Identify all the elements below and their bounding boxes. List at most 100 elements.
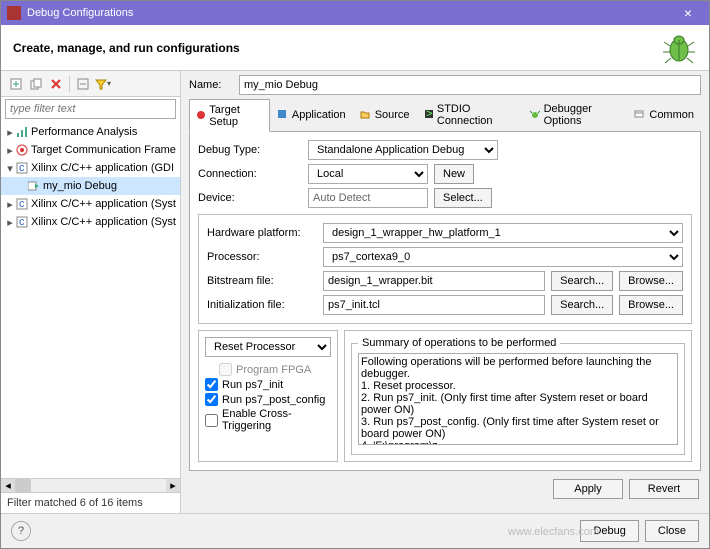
processor-select[interactable]: ps7_cortexa9_0 bbox=[323, 247, 683, 267]
init-file-input[interactable] bbox=[323, 295, 545, 315]
new-connection-button[interactable]: New bbox=[434, 164, 474, 184]
twisty-icon[interactable]: ▸ bbox=[5, 144, 15, 157]
svg-text:>: > bbox=[426, 109, 432, 119]
tabs: Target Setup Application Source > STDIO Conn… bbox=[189, 99, 701, 132]
svg-text:c: c bbox=[19, 216, 25, 228]
revert-button[interactable]: Revert bbox=[629, 479, 699, 499]
tab-target-setup[interactable]: Target Setup bbox=[189, 99, 270, 132]
hw-platform-select[interactable]: design_1_wrapper_hw_platform_1 bbox=[323, 223, 683, 243]
window-title: Debug Configurations bbox=[27, 7, 673, 19]
new-config-icon[interactable] bbox=[7, 75, 25, 93]
close-button[interactable]: Close bbox=[645, 520, 699, 542]
tab-common[interactable]: Common bbox=[627, 99, 701, 131]
bitstream-search-button[interactable]: Search... bbox=[551, 271, 613, 291]
init-file-search-button[interactable]: Search... bbox=[551, 295, 613, 315]
reset-options: Reset Processor Program FPGA Run ps7_ini… bbox=[198, 330, 338, 462]
target-setup-panel: Debug Type: Standalone Application Debug… bbox=[189, 132, 701, 471]
folder-icon bbox=[360, 109, 372, 121]
filter-input[interactable] bbox=[5, 99, 176, 119]
summary-text[interactable] bbox=[358, 353, 678, 445]
tab-label: Target Setup bbox=[209, 104, 263, 128]
target-icon bbox=[15, 143, 29, 157]
dialog-header: Create, manage, and run configurations bbox=[1, 25, 709, 71]
tree-item[interactable]: my_mio Debug bbox=[1, 177, 180, 195]
device-label: Device: bbox=[198, 192, 308, 204]
common-icon bbox=[634, 109, 646, 121]
blue-icon bbox=[277, 109, 289, 121]
device-field bbox=[308, 188, 428, 208]
summary-group: Summary of operations to be performed bbox=[344, 330, 692, 462]
tree-item-label: Performance Analysis bbox=[31, 126, 137, 138]
reset-select[interactable]: Reset Processor bbox=[205, 337, 331, 357]
hw-platform-label: Hardware platform: bbox=[207, 227, 317, 239]
run-ps7-init-checkbox[interactable] bbox=[205, 378, 218, 391]
processor-label: Processor: bbox=[207, 251, 317, 263]
scroll-right-icon[interactable]: ▸ bbox=[166, 479, 180, 492]
scroll-left-icon[interactable]: ◂ bbox=[1, 479, 15, 492]
app-icon bbox=[7, 6, 21, 20]
tree-item[interactable]: ▾ c Xilinx C/C++ application (GDI bbox=[1, 159, 180, 177]
connection-label: Connection: bbox=[198, 168, 308, 180]
name-label: Name: bbox=[189, 79, 239, 91]
tree-item-label: Xilinx C/C++ application (Syst bbox=[31, 198, 176, 210]
init-file-browse-button[interactable]: Browse... bbox=[619, 295, 683, 315]
run-ps7-init-label: Run ps7_init bbox=[222, 379, 283, 391]
tree-item-label: Target Communication Frame bbox=[31, 144, 176, 156]
left-toolbar: ▾ bbox=[1, 71, 180, 97]
tab-label: STDIO Connection bbox=[437, 103, 516, 127]
tab-debugger-options[interactable]: Debugger Options bbox=[523, 99, 627, 131]
left-panel: ▾ ▸ Performance Analysis ▸ Target Communica… bbox=[1, 71, 181, 513]
red-icon bbox=[196, 110, 206, 122]
program-fpga-label: Program FPGA bbox=[236, 364, 311, 376]
horizontal-scrollbar[interactable]: ◂ ▸ bbox=[1, 478, 180, 492]
filter-status: Filter matched 6 of 16 items bbox=[1, 492, 180, 513]
bug-icon bbox=[661, 30, 697, 66]
tab-label: Source bbox=[375, 109, 410, 121]
tree-item[interactable]: ▸ Performance Analysis bbox=[1, 123, 180, 141]
twisty-icon[interactable]: ▸ bbox=[5, 126, 15, 139]
debug-type-select[interactable]: Standalone Application Debug bbox=[308, 140, 498, 160]
init-file-label: Initialization file: bbox=[207, 299, 317, 311]
device-select-button[interactable]: Select... bbox=[434, 188, 492, 208]
header-text: Create, manage, and run configurations bbox=[13, 41, 661, 55]
delete-icon[interactable] bbox=[47, 75, 65, 93]
tab-label: Application bbox=[292, 109, 346, 121]
help-icon[interactable]: ? bbox=[11, 521, 31, 541]
collapse-icon[interactable] bbox=[74, 75, 92, 93]
bitstream-browse-button[interactable]: Browse... bbox=[619, 271, 683, 291]
tree-item-label: Xilinx C/C++ application (Syst bbox=[31, 216, 176, 228]
app-icon: c bbox=[15, 197, 29, 211]
duplicate-icon[interactable] bbox=[27, 75, 45, 93]
bitstream-input[interactable] bbox=[323, 271, 545, 291]
svg-text:c: c bbox=[19, 162, 25, 174]
tree-item-label: my_mio Debug bbox=[43, 180, 117, 192]
tab-application[interactable]: Application bbox=[270, 99, 353, 131]
app-icon: c bbox=[15, 215, 29, 229]
twisty-icon[interactable]: ▾ bbox=[5, 162, 15, 175]
tree-item[interactable]: ▸ c Xilinx C/C++ application (Syst bbox=[1, 213, 180, 231]
cross-trigger-checkbox[interactable] bbox=[205, 414, 218, 427]
filter-box bbox=[5, 99, 176, 119]
debug-type-label: Debug Type: bbox=[198, 144, 308, 156]
dialog-footer: ? www.elecfans.com Debug Close bbox=[1, 513, 709, 548]
program-fpga-checkbox bbox=[219, 363, 232, 376]
name-input[interactable] bbox=[239, 75, 701, 95]
tab-source[interactable]: Source bbox=[353, 99, 417, 131]
twisty-icon[interactable]: ▸ bbox=[5, 198, 15, 211]
bitstream-label: Bitstream file: bbox=[207, 275, 317, 287]
summary-legend: Summary of operations to be performed bbox=[358, 337, 560, 349]
twisty-icon[interactable]: ▸ bbox=[5, 216, 15, 229]
connection-select[interactable]: Local bbox=[308, 164, 428, 184]
apply-button[interactable]: Apply bbox=[553, 479, 623, 499]
tab-label: Debugger Options bbox=[544, 103, 621, 127]
tree-item[interactable]: ▸ Target Communication Frame bbox=[1, 141, 180, 159]
run-ps7-post-checkbox[interactable] bbox=[205, 393, 218, 406]
run-ps7-post-label: Run ps7_post_config bbox=[222, 394, 325, 406]
close-icon[interactable]: × bbox=[673, 5, 703, 21]
tab-stdio-connection[interactable]: > STDIO Connection bbox=[417, 99, 524, 131]
config-tree[interactable]: ▸ Performance Analysis ▸ Target Communicati… bbox=[1, 121, 180, 478]
perf-icon bbox=[15, 125, 29, 139]
tree-item-label: Xilinx C/C++ application (GDI bbox=[31, 162, 174, 174]
tree-item[interactable]: ▸cXilinx C/C++ application (Syst bbox=[1, 195, 180, 213]
filter-icon[interactable]: ▾ bbox=[94, 75, 112, 93]
